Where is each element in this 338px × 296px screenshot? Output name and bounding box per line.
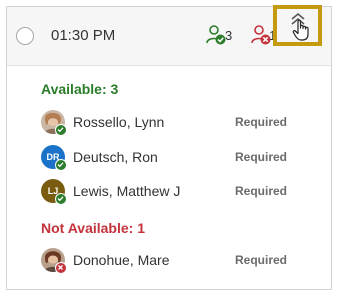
attendee-row: DR Deutsch, Ron Required: [41, 145, 311, 171]
unavailable-status-icon: [55, 262, 67, 274]
attendee-row: Donohue, Mare Required: [41, 248, 311, 274]
not-available-heading: Not Available: 1: [41, 220, 145, 236]
available-status-icon: [55, 159, 67, 171]
attendee-name: Lewis, Matthew J: [73, 183, 181, 199]
attendee-name: Donohue, Mare: [73, 252, 170, 268]
time-slot-header[interactable]: 01:30 PM 3 1: [7, 5, 331, 66]
time-slot-card: 01:30 PM 3 1: [6, 5, 332, 290]
available-status-icon: [55, 193, 67, 205]
attendee-name: Rossello, Lynn: [73, 114, 165, 130]
attendee-requirement: Required: [235, 184, 288, 198]
available-heading: Available: 3: [41, 81, 119, 97]
select-radio[interactable]: [16, 27, 34, 45]
attendee-row: Rossello, Lynn Required: [41, 110, 311, 136]
collapse-button[interactable]: [273, 5, 322, 46]
available-status-icon: [55, 124, 67, 136]
attendee-requirement: Required: [235, 115, 288, 129]
hand-cursor-icon: [292, 18, 312, 47]
attendee-requirement: Required: [235, 253, 288, 267]
available-count: 3: [225, 28, 233, 43]
available-people-icon: [205, 24, 227, 46]
attendee-requirement: Required: [235, 150, 288, 164]
attendee-row: LJ Lewis, Matthew J Required: [41, 179, 311, 205]
time-label: 01:30 PM: [51, 27, 116, 44]
attendee-name: Deutsch, Ron: [73, 149, 158, 165]
